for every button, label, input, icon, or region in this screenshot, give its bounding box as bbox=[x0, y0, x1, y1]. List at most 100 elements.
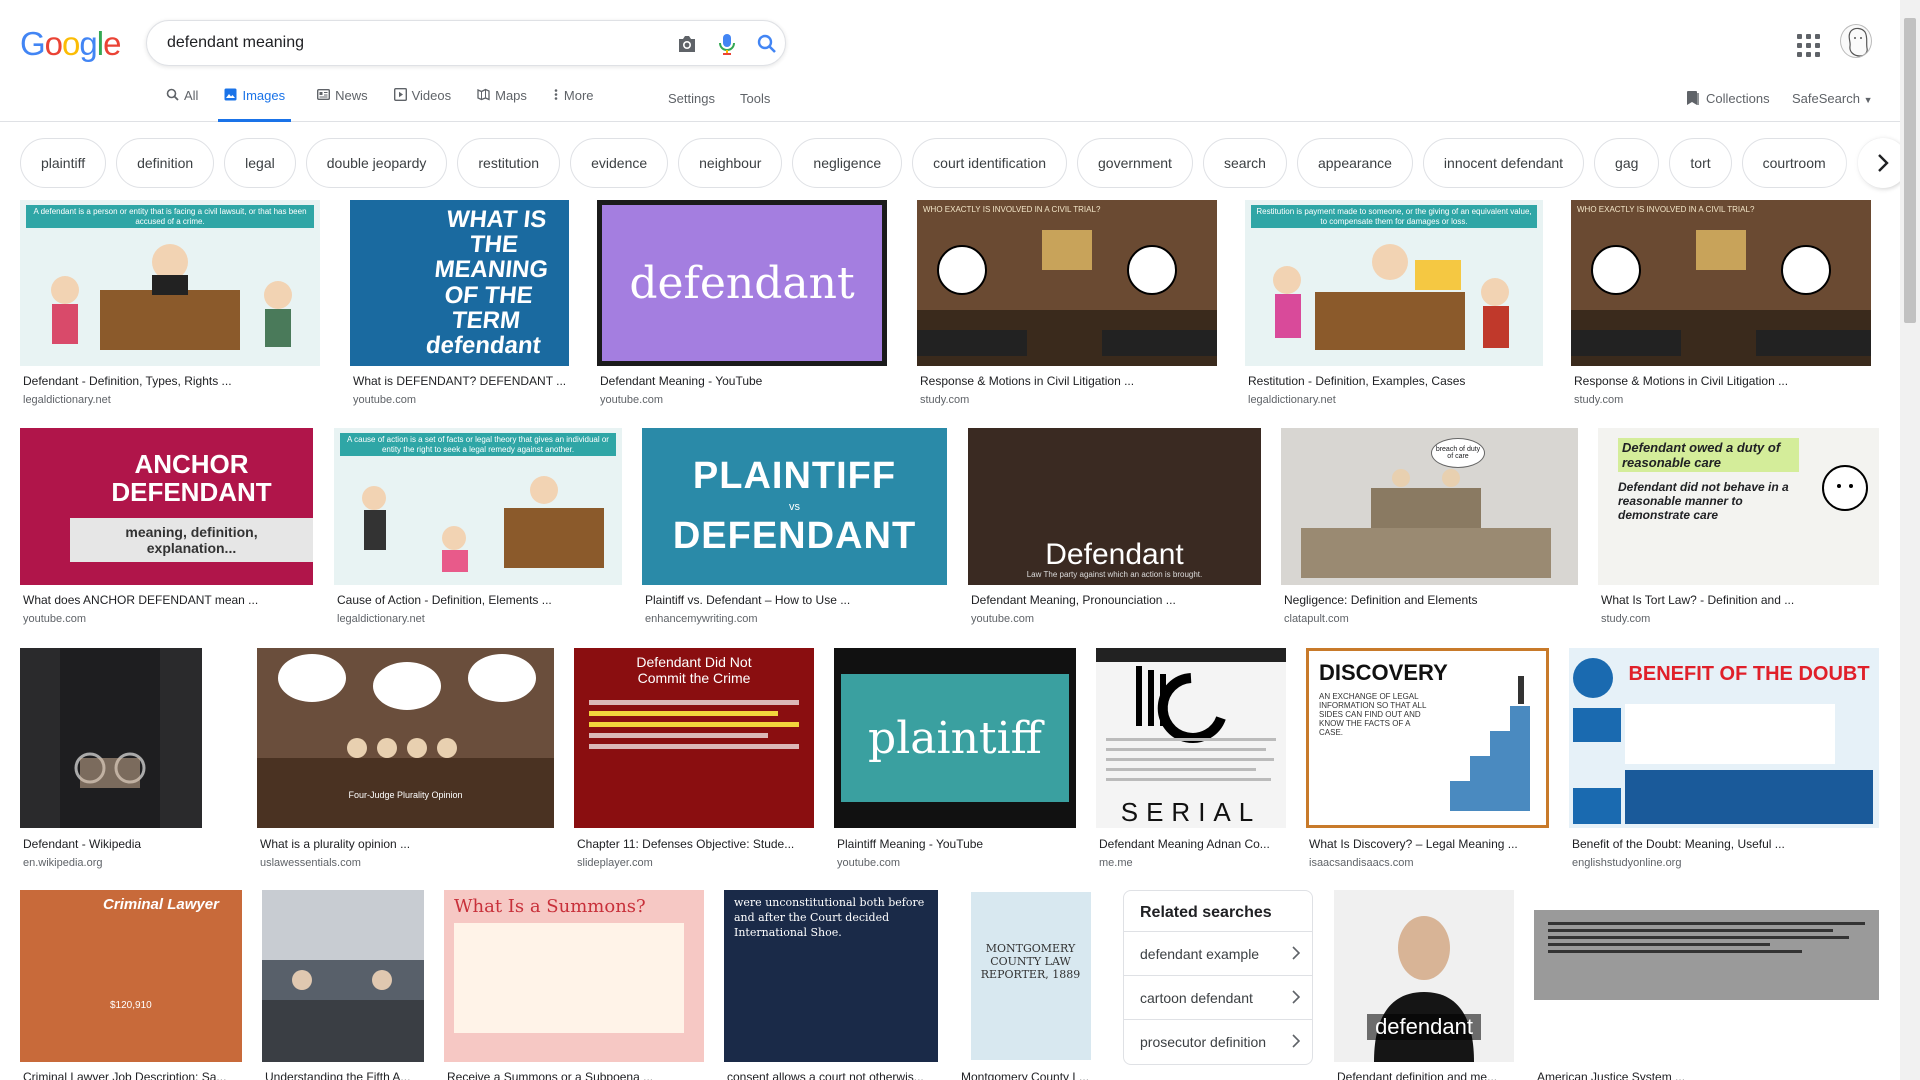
result-thumbnail[interactable]: WHO EXACTLY IS INVOLVED IN A CIVIL TRIAL… bbox=[1571, 200, 1871, 366]
chip[interactable]: plaintiff bbox=[20, 138, 107, 188]
result-title[interactable]: Defendant definition and me... bbox=[1337, 1070, 1513, 1080]
related-search-item[interactable]: cartoon defendant bbox=[1124, 975, 1312, 1019]
result-thumbnail[interactable]: A cause of action is a set of facts or l… bbox=[334, 428, 622, 585]
result-thumbnail[interactable]: Criminal Lawyer $120,910 bbox=[20, 890, 242, 1062]
image-result[interactable]: American Justice System ... bbox=[1534, 890, 1879, 1080]
tab-images[interactable]: Images bbox=[218, 88, 292, 122]
image-result[interactable]: BENEFIT OF THE DOUBT Benefit of the Doub… bbox=[1569, 648, 1879, 872]
result-thumbnail[interactable]: SERIAL bbox=[1096, 648, 1286, 828]
result-title[interactable]: Defendant - Definition, Types, Rights ..… bbox=[23, 374, 317, 388]
image-result[interactable]: DISCOVERY AN EXCHANGE OF LEGAL INFORMATI… bbox=[1306, 648, 1549, 872]
result-title[interactable]: Response & Motions in Civil Litigation .… bbox=[1574, 374, 1870, 388]
result-title[interactable]: Receive a Summons or a Subpoena ... bbox=[447, 1070, 703, 1080]
image-result[interactable]: defendant Defendant definition and me... bbox=[1334, 890, 1514, 1080]
result-thumbnail[interactable]: ANCHOR DEFENDANT meaning, definition, ex… bbox=[20, 428, 313, 585]
result-title[interactable]: consent allows a court not otherwis... bbox=[727, 1070, 937, 1080]
result-title[interactable]: Chapter 11: Defenses Objective: Stude... bbox=[577, 837, 813, 851]
result-title[interactable]: Defendant - Wikipedia bbox=[23, 837, 201, 851]
result-thumbnail[interactable]: BENEFIT OF THE DOUBT bbox=[1569, 648, 1879, 828]
result-thumbnail[interactable]: Defendant Did Not Commit the Crime bbox=[574, 648, 814, 828]
settings-link[interactable]: Settings bbox=[668, 91, 715, 106]
result-title[interactable]: Understanding the Fifth A... bbox=[265, 1070, 423, 1080]
tab-news[interactable]: News bbox=[317, 88, 368, 122]
result-title[interactable]: What Is Tort Law? - Definition and ... bbox=[1601, 593, 1878, 607]
result-source[interactable]: enhancemywriting.com bbox=[645, 613, 758, 625]
result-thumbnail[interactable]: defendant bbox=[1334, 890, 1514, 1062]
image-result[interactable]: defendant Defendant Meaning - YouTube yo… bbox=[597, 200, 887, 410]
chip[interactable]: innocent defendant bbox=[1422, 138, 1585, 188]
result-source[interactable]: englishstudyonline.org bbox=[1572, 857, 1681, 869]
image-result[interactable]: breach of duty of care Negligence: Defin… bbox=[1281, 428, 1578, 628]
result-source[interactable]: study.com bbox=[1574, 394, 1623, 406]
result-source[interactable]: uslawessentials.com bbox=[260, 857, 361, 869]
chip[interactable]: search bbox=[1202, 138, 1287, 188]
chip[interactable]: double jeopardy bbox=[305, 138, 448, 188]
result-title[interactable]: What does ANCHOR DEFENDANT mean ... bbox=[23, 593, 311, 607]
result-title[interactable]: What Is Discovery? – Legal Meaning ... bbox=[1309, 837, 1548, 851]
avatar[interactable] bbox=[1840, 24, 1872, 58]
apps-grid-icon[interactable] bbox=[1795, 32, 1820, 57]
chip[interactable]: negligence bbox=[792, 138, 903, 188]
result-title[interactable]: Benefit of the Doubt: Meaning, Useful ..… bbox=[1572, 837, 1878, 851]
image-result[interactable]: were unconstitutional both before and af… bbox=[724, 890, 938, 1080]
result-source[interactable]: youtube.com bbox=[23, 613, 86, 625]
result-source[interactable]: me.me bbox=[1099, 857, 1133, 869]
image-result[interactable]: MONTGOMERY COUNTY LAW REPORTER, 1889 Mon… bbox=[958, 890, 1103, 1080]
result-thumbnail[interactable] bbox=[262, 890, 424, 1062]
result-source[interactable]: youtube.com bbox=[837, 857, 900, 869]
chip[interactable]: appearance bbox=[1296, 138, 1413, 188]
image-result[interactable]: A defendant is a person or entity that i… bbox=[20, 200, 320, 410]
result-source[interactable]: en.wikipedia.org bbox=[23, 857, 103, 869]
result-title[interactable]: Montgomery County L... bbox=[961, 1070, 1102, 1080]
result-title[interactable]: Restitution - Definition, Examples, Case… bbox=[1248, 374, 1542, 388]
google-logo[interactable]: Google bbox=[20, 25, 121, 63]
tools-link[interactable]: Tools bbox=[740, 91, 770, 106]
related-search-item[interactable]: defendant example bbox=[1124, 931, 1312, 975]
image-result[interactable]: Defendant owed a duty of reasonable care… bbox=[1598, 428, 1879, 628]
image-result[interactable]: Restitution is payment made to someone, … bbox=[1245, 200, 1543, 410]
chip[interactable]: definition bbox=[116, 138, 215, 188]
tab-videos[interactable]: Videos bbox=[393, 88, 451, 122]
result-thumbnail[interactable]: were unconstitutional both before and af… bbox=[724, 890, 938, 1062]
image-result[interactable]: WHO EXACTLY IS INVOLVED IN A CIVIL TRIAL… bbox=[1571, 200, 1871, 410]
result-thumbnail[interactable] bbox=[20, 648, 202, 828]
result-title[interactable]: What is DEFENDANT? DEFENDANT ... bbox=[353, 374, 568, 388]
chip[interactable]: government bbox=[1077, 138, 1193, 188]
result-source[interactable]: clatapult.com bbox=[1284, 613, 1349, 625]
result-thumbnail[interactable]: breach of duty of care bbox=[1281, 428, 1578, 585]
result-thumbnail[interactable]: WHAT IS THE MEANING OF THE TERM defendan… bbox=[350, 200, 569, 366]
result-title[interactable]: American Justice System ... bbox=[1537, 1070, 1878, 1080]
camera-icon[interactable] bbox=[675, 32, 699, 56]
scrollbar-thumb[interactable] bbox=[1904, 18, 1916, 323]
result-source[interactable]: slideplayer.com bbox=[577, 857, 653, 869]
chip[interactable]: tort bbox=[1669, 138, 1732, 188]
result-source[interactable]: youtube.com bbox=[600, 394, 663, 406]
safesearch-menu[interactable]: SafeSearch ▼ bbox=[1792, 91, 1872, 106]
tab-all[interactable]: All bbox=[166, 88, 198, 122]
result-title[interactable]: What is a plurality opinion ... bbox=[260, 837, 553, 851]
result-thumbnail[interactable]: Four-Judge Plurality Opinion bbox=[257, 648, 554, 828]
result-source[interactable]: study.com bbox=[920, 394, 969, 406]
image-result[interactable]: WHAT IS THE MEANING OF THE TERM defendan… bbox=[350, 200, 569, 410]
result-source[interactable]: youtube.com bbox=[353, 394, 416, 406]
chip[interactable]: evidence bbox=[570, 138, 669, 188]
image-result[interactable]: ANCHOR DEFENDANT meaning, definition, ex… bbox=[20, 428, 313, 628]
result-thumbnail[interactable]: plaintiff bbox=[834, 648, 1076, 828]
result-thumbnail[interactable]: What Is a Summons? bbox=[444, 890, 704, 1062]
chip[interactable]: court identification bbox=[912, 138, 1067, 188]
result-title[interactable]: Plaintiff Meaning - YouTube bbox=[837, 837, 1075, 851]
result-title[interactable]: Criminal Lawyer Job Description: Sa... bbox=[23, 1070, 241, 1080]
result-thumbnail[interactable]: DISCOVERY AN EXCHANGE OF LEGAL INFORMATI… bbox=[1306, 648, 1549, 828]
related-search-item[interactable]: prosecutor definition bbox=[1124, 1019, 1312, 1063]
result-title[interactable]: Negligence: Definition and Elements bbox=[1284, 593, 1577, 607]
result-thumbnail[interactable]: MONTGOMERY COUNTY LAW REPORTER, 1889 bbox=[958, 890, 1103, 1062]
search-icon[interactable] bbox=[755, 32, 779, 56]
image-result[interactable]: WHO EXACTLY IS INVOLVED IN A CIVIL TRIAL… bbox=[917, 200, 1217, 410]
tab-maps[interactable]: Maps bbox=[477, 88, 527, 122]
image-result[interactable]: Criminal Lawyer $120,910 Criminal Lawyer… bbox=[20, 890, 242, 1080]
image-result[interactable]: Defendant - Wikipedia en.wikipedia.org bbox=[20, 648, 202, 872]
image-result[interactable]: PLAINTIFF vs DEFENDANT Plaintiff vs. Def… bbox=[642, 428, 947, 628]
result-source[interactable]: legaldictionary.net bbox=[337, 613, 425, 625]
page-scrollbar[interactable] bbox=[1900, 0, 1920, 1080]
microphone-icon[interactable] bbox=[715, 32, 739, 56]
